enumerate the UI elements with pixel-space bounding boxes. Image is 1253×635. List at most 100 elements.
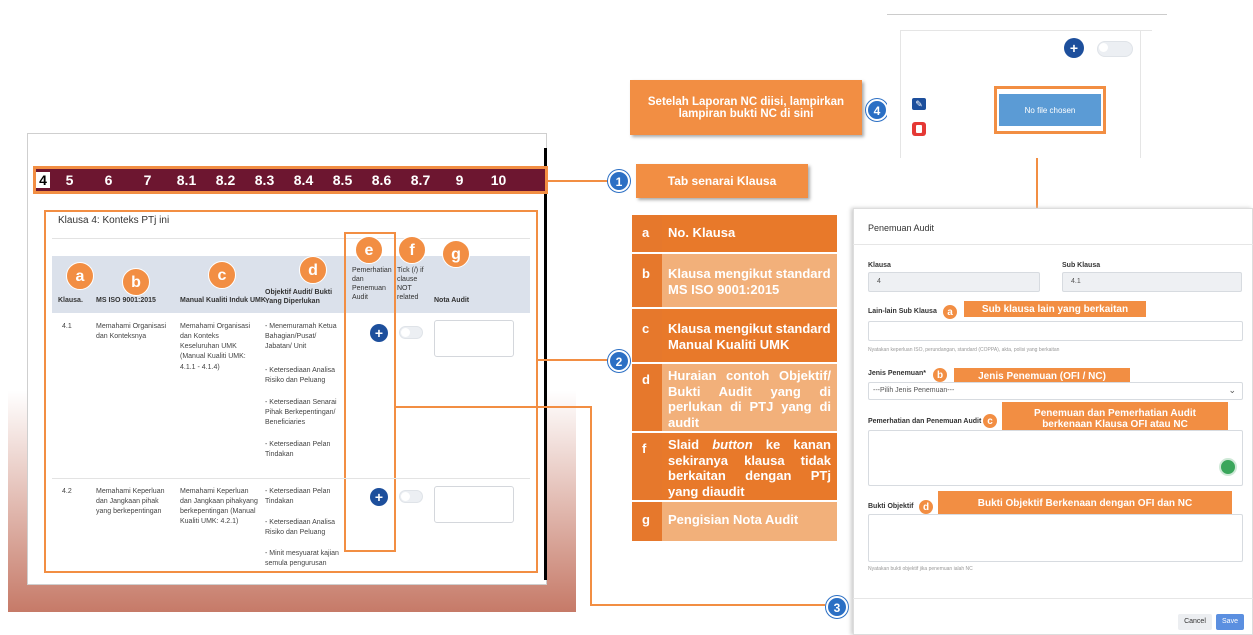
nota-audit-input[interactable] [434, 486, 514, 523]
col-header-objektif: Objektif Audit/ Bukti Yang Diperlukan [265, 289, 333, 306]
pemerhatian-label: Pemerhatian dan Penemuan Audit * [868, 418, 986, 425]
col-header-ms: MS ISO 9001:2015 [96, 297, 156, 304]
sub-klausa-label: Sub Klausa [1062, 262, 1101, 269]
legend-item-b: b Klausa mengikut standard MS ISO 9001:2… [632, 254, 837, 308]
not-related-toggle[interactable] [399, 326, 423, 339]
divider [900, 30, 901, 158]
klausa-label: Klausa [868, 262, 891, 269]
divider [853, 598, 1253, 599]
column-letter-c: c [208, 261, 236, 289]
divider [1140, 30, 1141, 158]
col-header-manual: Manual Kualiti Induk UMK [180, 297, 266, 304]
tab-8-6[interactable]: 8.6 [362, 172, 401, 188]
annotation-letter-b: b [932, 367, 948, 383]
row2-objektif-3: - Minit mesyuarat kajian semula pengurus… [265, 550, 339, 568]
form-title: Penemuan Audit [868, 223, 935, 233]
row1-objektif-3: - Ketersediaan Senarai Pihak Berkepentin… [265, 399, 337, 427]
annotation-letter-d: d [918, 499, 934, 515]
tab-5[interactable]: 5 [50, 172, 89, 188]
callout-number-4: 4 [866, 99, 888, 121]
row1-klausa: 4.1 [62, 323, 72, 330]
lain-sub-klausa-label: Lain-lain Sub Klausa [868, 308, 937, 315]
tab-6[interactable]: 6 [89, 172, 128, 188]
cancel-button[interactable]: Cancel [1178, 614, 1212, 630]
tab-8-7[interactable]: 8.7 [401, 172, 440, 188]
column-letter-b: b [122, 268, 150, 296]
legend-item-c: c Klausa mengikut standard Manual Kualit… [632, 309, 837, 363]
callout-lampiran-nc: Setelah Laporan NC diisi, lampirkan lamp… [630, 80, 862, 135]
callout-number-3: 3 [826, 596, 848, 618]
tab-8-3[interactable]: 8.3 [245, 172, 284, 188]
row1-manual: Memahami Organisasi dan Konteks Keseluru… [180, 323, 251, 371]
legend-panel: a No. Klausa b Klausa mengikut standard … [632, 215, 837, 542]
column-letter-f: f [398, 236, 426, 264]
column-letter-d: d [299, 256, 327, 284]
row2-objektif-2: - Ketersediaan Analisa Risiko dan Peluan… [265, 519, 336, 537]
tab-9[interactable]: 9 [440, 172, 479, 188]
tab-4[interactable]: 4 [36, 172, 50, 188]
lain-sub-klausa-input[interactable] [868, 321, 1243, 341]
legend-item-a: a No. Klausa [632, 215, 837, 253]
add-icon[interactable]: + [1064, 38, 1084, 58]
divider [52, 478, 530, 479]
bukti-objektif-hint: Nyatakan bukti objektif jika penemuan ia… [868, 566, 973, 572]
toggle-switch[interactable] [1097, 41, 1133, 57]
col-header-tick: Tick (/) if clause NOT related [397, 267, 424, 302]
annotation-letter-c: c [982, 413, 998, 429]
tab-7[interactable]: 7 [128, 172, 167, 188]
annotation-d: Bukti Objektif Berkenaan dengan OFI dan … [938, 491, 1232, 515]
row1-objektif-1: - Menemuramah Ketua Bahagian/Pusat/ Jaba… [265, 323, 337, 351]
pemerhatian-textarea[interactable] [868, 430, 1243, 486]
annotation-a: Sub klausa lain yang berkaitan [964, 301, 1146, 317]
row2-ms: Memahami Keperluan dan Jangkaan pihak ya… [96, 488, 165, 516]
bukti-objektif-label: Bukti Objektif [868, 503, 914, 510]
grammar-check-icon[interactable] [1219, 458, 1237, 476]
column-letter-g: g [442, 240, 470, 268]
lain-sub-klausa-hint: Nyatakan keperluan ISO, perundangan, sta… [868, 347, 1060, 353]
sub-klausa-field: 4.1 [1062, 272, 1242, 292]
legend-item-d: d Huraian contoh Objektif/ Bukti Audit y… [632, 364, 837, 432]
tab-10[interactable]: 10 [479, 172, 518, 188]
pemerhatian-column-highlight [344, 232, 396, 552]
legend-item-f-text: Slaid button ke kanan sekiranya klausa t… [668, 437, 831, 499]
not-related-toggle[interactable] [399, 490, 423, 503]
bukti-objektif-textarea[interactable] [868, 514, 1243, 562]
klausa-field: 4 [868, 272, 1040, 292]
save-button[interactable]: Save [1216, 614, 1244, 630]
delete-icon[interactable] [912, 122, 926, 136]
tab-8-4[interactable]: 8.4 [284, 172, 323, 188]
add-finding-button[interactable]: + [370, 324, 388, 342]
jenis-penemuan-label: Jenis Penemuan* [868, 370, 926, 377]
divider [900, 30, 1152, 31]
connector [538, 359, 608, 361]
add-finding-button[interactable]: + [370, 488, 388, 506]
row2-objektif-1: - Ketersediaan Pelan Tindakan [265, 488, 331, 506]
row1-objektif-2: - Ketersediaan Analisa Risiko dan Peluan… [265, 367, 336, 385]
connector [548, 180, 610, 182]
annotation-letter-a: a [942, 304, 958, 320]
tab-8-2[interactable]: 8.2 [206, 172, 245, 188]
tab-8-5[interactable]: 8.5 [323, 172, 362, 188]
callout-number-2: 2 [608, 350, 630, 372]
connector [396, 406, 592, 408]
file-upload-button[interactable]: No file chosen [999, 94, 1101, 126]
callout-number-1: 1 [608, 170, 630, 192]
tab-8-1[interactable]: 8.1 [167, 172, 206, 188]
nota-audit-input[interactable] [434, 320, 514, 357]
connector [590, 604, 825, 606]
column-letter-a: a [66, 262, 94, 290]
col-header-klausa: Klausa. [58, 297, 83, 304]
jenis-penemuan-select[interactable]: ---Pilih Jenis Penemuan--- ⌄ [868, 382, 1243, 400]
divider [544, 148, 547, 580]
chevron-down-icon: ⌄ [1228, 385, 1236, 395]
row2-klausa: 4.2 [62, 488, 72, 495]
connector [590, 406, 592, 606]
callout-tab-senarai: Tab senarai Klausa [636, 164, 808, 198]
edit-icon[interactable]: ✎ [912, 98, 926, 110]
legend-item-g: g Pengisian Nota Audit [632, 502, 837, 542]
row2-manual: Memahami Keperluan dan Jangkaan pihakyan… [180, 488, 258, 526]
clause-title: Klausa 4: Konteks PTj ini [58, 215, 170, 226]
row1-objektif-4: - Ketersediaan Pelan Tindakan [265, 441, 331, 459]
row1-ms: Memahami Organisasi dan Konteksnya [96, 323, 167, 341]
legend-item-f: f Slaid button ke kanan sekiranya klausa… [632, 433, 837, 501]
